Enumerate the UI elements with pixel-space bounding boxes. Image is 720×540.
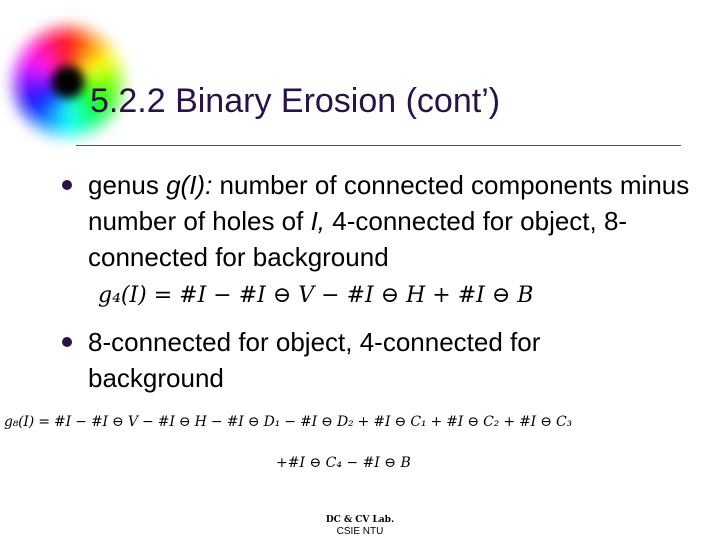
bullet-text-2: 8-connected for object, 4-connected for … xyxy=(88,327,541,393)
formula-g8-line2: +#I ⊖ C₄ − #I ⊖ B xyxy=(276,455,411,471)
slide-title: 5.2.2 Binary Erosion (cont’) xyxy=(90,82,501,120)
text-italic: I, xyxy=(310,206,326,236)
bullet-icon xyxy=(62,180,72,190)
bullet-text-1: genus g(I): number of connected componen… xyxy=(88,167,708,275)
bullet-icon xyxy=(62,337,72,347)
formula-g4: g₄(I) = #I − #I ⊖ V − #I ⊖ H + #I ⊖ B xyxy=(98,283,534,308)
text-italic: g(I): xyxy=(166,170,213,200)
footer-lab: DC & CV Lab. xyxy=(325,515,395,525)
text: genus xyxy=(88,170,167,200)
footer-org: CSIE NTU xyxy=(336,526,384,537)
title-divider xyxy=(76,145,681,146)
formula-g8-line1: g₈(I) = #I − #I ⊖ V − #I ⊖ H − #I ⊖ D₁ −… xyxy=(4,414,572,430)
footer: DC & CV Lab. CSIE NTU xyxy=(300,515,420,537)
